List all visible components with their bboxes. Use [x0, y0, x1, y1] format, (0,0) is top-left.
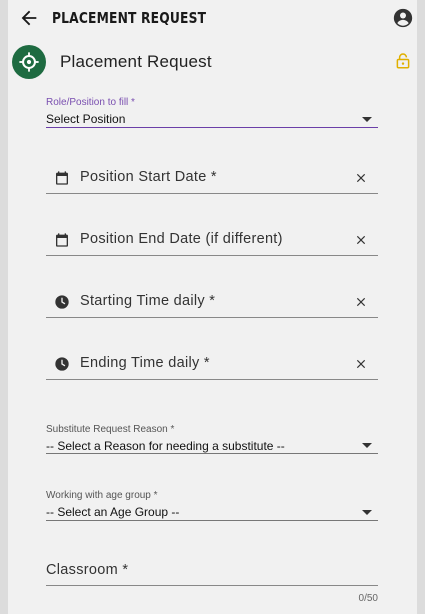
page: PLACEMENT REQUEST Placement Request Role… — [8, 0, 417, 614]
clock-icon — [55, 357, 69, 371]
account-circle-icon[interactable] — [393, 8, 413, 28]
chevron-down-icon — [362, 443, 372, 448]
character-counter: 0/50 — [358, 593, 378, 604]
reason-select-value: -- Select a Reason for needing a substit… — [46, 439, 285, 453]
start-date-label: Position Start Date * — [80, 169, 217, 185]
calendar-icon — [56, 171, 68, 185]
classroom-input[interactable]: Classroom * — [46, 556, 378, 586]
start-time-field[interactable]: Starting Time daily * — [46, 284, 378, 318]
clock-icon — [55, 295, 69, 309]
classroom-label: Classroom * — [46, 562, 129, 578]
header-badge — [12, 45, 46, 79]
reason-select-label: Substitute Request Reason * — [46, 424, 175, 435]
chevron-down-icon — [362, 117, 372, 122]
start-date-field[interactable]: Position Start Date * — [46, 160, 378, 194]
start-time-label: Starting Time daily * — [80, 293, 216, 309]
close-icon[interactable] — [354, 295, 368, 309]
close-icon[interactable] — [354, 357, 368, 371]
app-bar: PLACEMENT REQUEST — [8, 0, 417, 36]
end-date-field[interactable]: Position End Date (if different) — [46, 222, 378, 256]
close-icon[interactable] — [354, 171, 368, 185]
end-time-label: Ending Time daily * — [80, 355, 210, 371]
reason-select[interactable]: Substitute Request Reason * -- Select a … — [46, 424, 378, 454]
arrow-left-icon[interactable] — [18, 7, 40, 29]
header-title: Placement Request — [60, 52, 212, 71]
close-icon[interactable] — [354, 233, 368, 247]
role-select-label: Role/Position to fill * — [46, 97, 135, 108]
age-group-select[interactable]: Working with age group * -- Select an Ag… — [46, 490, 378, 521]
chevron-down-icon — [362, 510, 372, 515]
age-group-select-value: -- Select an Age Group -- — [46, 505, 180, 519]
lock-open-icon[interactable] — [394, 51, 412, 71]
role-select-value: Select Position — [46, 112, 126, 126]
page-title: PLACEMENT REQUEST — [52, 9, 207, 27]
end-date-label: Position End Date (if different) — [80, 231, 283, 247]
end-time-field[interactable]: Ending Time daily * — [46, 346, 378, 380]
age-group-select-label: Working with age group * — [46, 490, 158, 501]
role-select[interactable]: Role/Position to fill * Select Position — [46, 97, 378, 128]
crosshair-icon — [19, 52, 39, 72]
calendar-icon — [56, 233, 68, 247]
